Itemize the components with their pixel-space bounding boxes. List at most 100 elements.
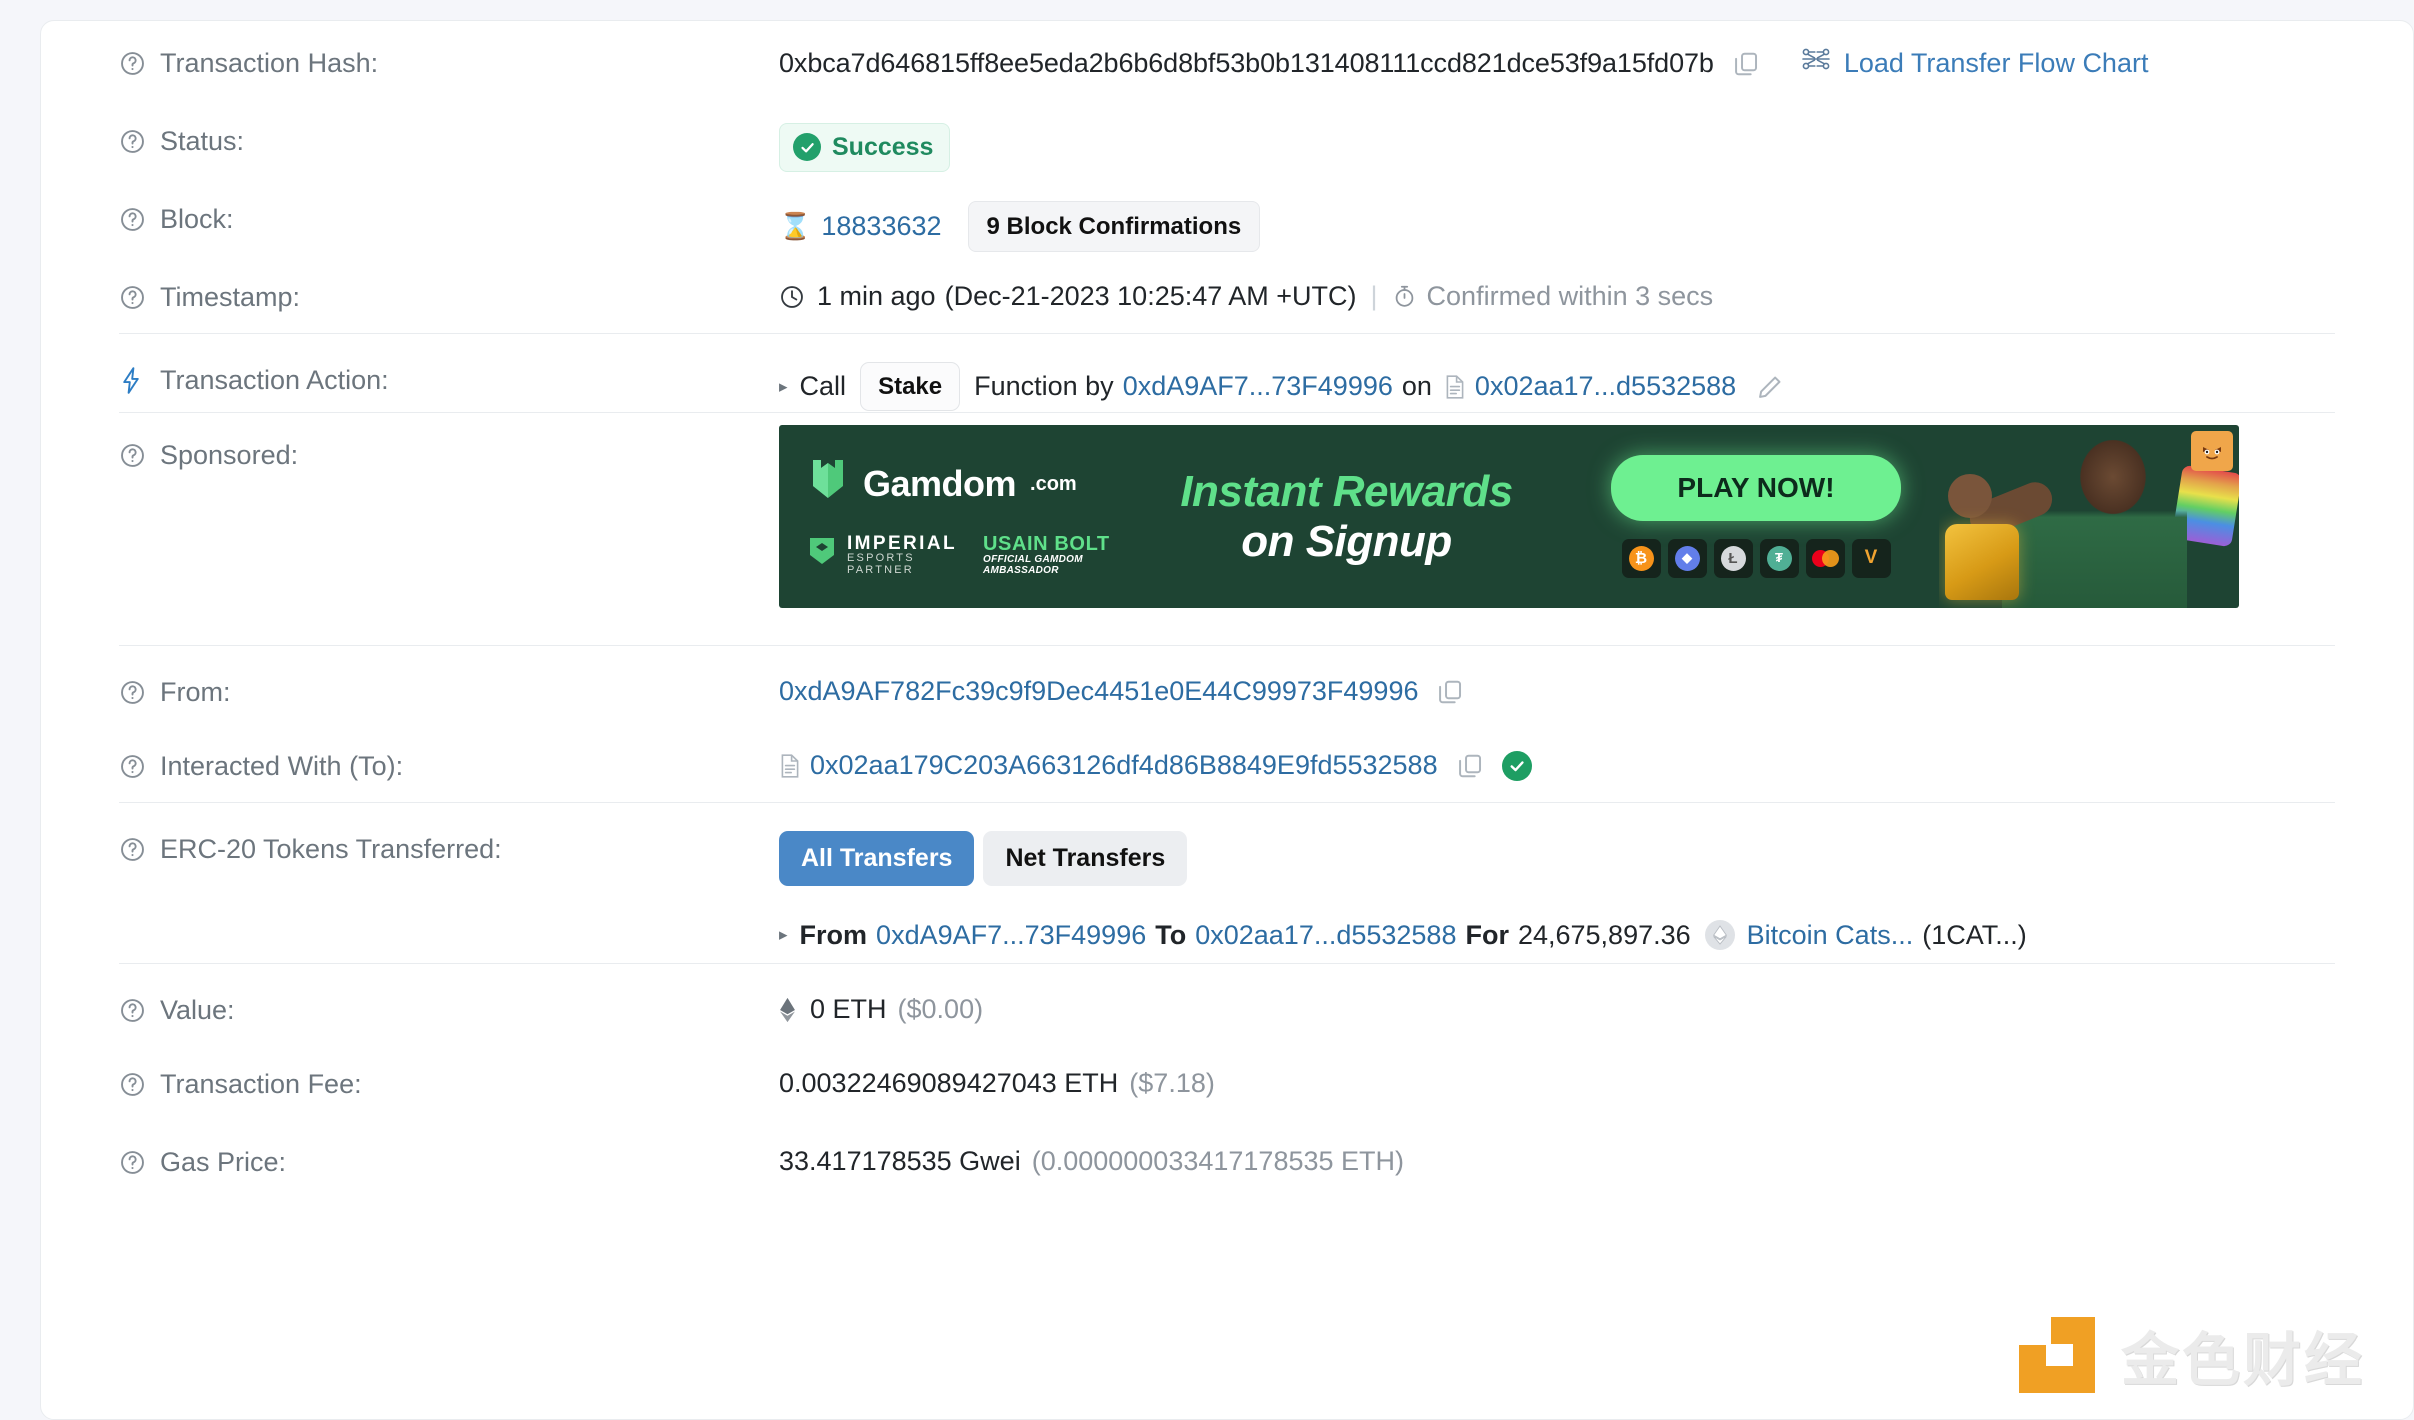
- label-interacted-with: Interacted With (To):: [119, 724, 779, 784]
- copy-icon[interactable]: [1732, 50, 1760, 78]
- help-icon[interactable]: [119, 284, 146, 311]
- stopwatch-icon: [1392, 284, 1417, 309]
- help-icon[interactable]: [119, 753, 146, 780]
- help-icon[interactable]: [119, 679, 146, 706]
- row-block: Block: ⌛ 18833632 9 Block Confirmations: [119, 177, 2335, 255]
- copy-icon[interactable]: [1436, 678, 1464, 706]
- pencil-icon[interactable]: [1756, 373, 1784, 401]
- value-sponsored: Gamdom .com IMPERIAL ESPORTS PARTNER USA…: [779, 413, 2335, 608]
- label-gas-price: Gas Price:: [119, 1120, 779, 1180]
- on-word: on: [1401, 371, 1432, 402]
- tab-all-transfers[interactable]: All Transfers: [779, 831, 975, 886]
- jinse-logo-icon: [2018, 1317, 2095, 1393]
- label-sponsored: Sponsored:: [119, 413, 779, 473]
- transfer-amount: 24,675,897.36: [1517, 919, 1691, 950]
- value-timestamp: 1 min ago (Dec-21-2023 10:25:47 AM +UTC)…: [779, 255, 2335, 314]
- gamdom-tld: .com: [1030, 472, 1077, 495]
- help-icon[interactable]: [119, 997, 146, 1024]
- usain-bolt-name: USAIN BOLT: [982, 533, 1110, 556]
- fee-fiat: ($7.18): [1129, 1068, 1215, 1098]
- label-text: Interacted With (To):: [160, 751, 404, 781]
- label-text: Gas Price:: [160, 1147, 287, 1177]
- value-amount: 0 ETH ($0.00): [779, 968, 2335, 1027]
- row-interacted-with: Interacted With (To): 0x02aa179C203A6631…: [119, 724, 2335, 802]
- expand-caret-icon[interactable]: ▸: [779, 924, 788, 946]
- imperial-sub: ESPORTS PARTNER: [847, 552, 915, 577]
- transfer-to-address-link[interactable]: 0x02aa17...d5532588: [1195, 918, 1456, 953]
- verve-icon: V: [1851, 539, 1891, 579]
- erc20-rows: ERC-20 Tokens Transferred: All Transfers…: [41, 803, 2413, 963]
- label-erc20-transferred: ERC-20 Tokens Transferred:: [119, 807, 779, 867]
- litecoin-icon: Ł: [1713, 539, 1753, 579]
- value-gas-price: 33.417178535 Gwei (0.000000033417178535 …: [779, 1120, 2335, 1179]
- value-transaction-hash: 0xbca7d646815ff8ee5eda2b6b6d8bf53b0b1314…: [779, 21, 2335, 82]
- label-text: Transaction Action:: [160, 365, 389, 395]
- expand-caret-icon[interactable]: ▸: [779, 376, 788, 398]
- gamdom-shield-icon: [807, 456, 849, 511]
- label-transaction-action: Transaction Action:: [119, 338, 779, 398]
- clock-icon: [779, 284, 805, 310]
- emoji-icon: [2191, 431, 2233, 471]
- imperial-text: IMPERIAL ESPORTS PARTNER: [847, 533, 957, 577]
- transfer-row: ▸ From 0xdA9AF7...73F49996 To 0x02aa17..…: [779, 918, 2027, 953]
- label-transaction-fee: Transaction Fee:: [119, 1042, 779, 1102]
- value-transaction-action: ▸ Call Stake Function by 0xdA9AF7...73F4…: [779, 338, 2335, 412]
- flow-chart-icon: [1800, 45, 1832, 82]
- usain-bolt-partner: USAIN BOLT OFFICIAL GAMDOM AMBASSADOR: [983, 534, 1124, 576]
- function-name-badge: Stake: [860, 362, 961, 412]
- headline-line-2: on Signup: [1241, 516, 1452, 566]
- help-icon[interactable]: [119, 1071, 146, 1098]
- load-transfer-flow-chart-button[interactable]: Load Transfer Flow Chart: [1800, 45, 2148, 82]
- play-now-button[interactable]: PLAY NOW!: [1611, 454, 1901, 522]
- banner-artwork: [1939, 425, 2239, 608]
- mastercard-icon: [1805, 539, 1845, 579]
- gamdom-name: Gamdom: [863, 462, 1017, 504]
- block-number-link[interactable]: 18833632: [821, 209, 941, 244]
- tab-net-transfers[interactable]: Net Transfers: [983, 831, 1188, 886]
- sponsored-banner-ad[interactable]: Gamdom .com IMPERIAL ESPORTS PARTNER USA…: [779, 425, 2239, 608]
- row-sponsored: Sponsored: Gamdom .com IMPERIAL ESPORTS …: [119, 413, 2335, 645]
- label-value: Value:: [119, 968, 779, 1028]
- help-icon[interactable]: [119, 1149, 146, 1176]
- token-name-link[interactable]: Bitcoin Cats...: [1747, 918, 1914, 953]
- transfer-to-word: To: [1155, 919, 1187, 950]
- transfer-from-address-link[interactable]: 0xdA9AF7...73F49996: [876, 918, 1146, 953]
- token-symbol: (1CAT...): [1922, 919, 2027, 950]
- address-rows: From: 0xdA9AF782Fc39c9f9Dec4451e0E44C999…: [41, 646, 2413, 802]
- help-icon[interactable]: [119, 206, 146, 233]
- value-status: Success: [779, 99, 2335, 172]
- interacted-with-address-link[interactable]: 0x02aa179C203A663126df4d86B8849E9fd55325…: [810, 748, 1438, 783]
- help-icon[interactable]: [119, 442, 146, 469]
- sponsored-rows: Sponsored: Gamdom .com IMPERIAL ESPORTS …: [41, 413, 2413, 645]
- transaction-details-card: Transaction Hash: 0xbca7d646815ff8ee5eda…: [40, 20, 2414, 1420]
- action-on-address-link[interactable]: 0x02aa17...d5532588: [1475, 369, 1736, 404]
- help-icon[interactable]: [119, 50, 146, 77]
- row-status: Status: Success: [119, 99, 2335, 177]
- copy-icon[interactable]: [1456, 752, 1484, 780]
- row-from: From: 0xdA9AF782Fc39c9f9Dec4451e0E44C999…: [119, 646, 2335, 724]
- fee-rows: Value: 0 ETH ($0.00) Transaction Fee: 0.…: [41, 964, 2413, 1198]
- help-icon[interactable]: [119, 128, 146, 155]
- from-address-link[interactable]: 0xdA9AF782Fc39c9f9Dec4451e0E44C99973F499…: [779, 674, 1418, 709]
- banner-branding: Gamdom .com IMPERIAL ESPORTS PARTNER USA…: [779, 456, 1124, 576]
- banner-cta-area: PLAY NOW! ₿ ◆ Ł ₮ V: [1579, 454, 1939, 579]
- verified-check-icon: [1501, 750, 1532, 781]
- gas-price-eth: (0.000000033417178535 ETH): [1031, 1146, 1404, 1176]
- value-block: ⌛ 18833632 9 Block Confirmations: [779, 177, 2335, 253]
- contract-document-icon: [1444, 374, 1466, 400]
- page-root: Transaction Hash: 0xbca7d646815ff8ee5eda…: [0, 0, 2414, 1420]
- help-icon[interactable]: [119, 836, 146, 863]
- value-interacted-with: 0x02aa179C203A663126df4d86B8849E9fd55325…: [779, 724, 2335, 783]
- gas-price-gwei: 33.417178535 Gwei: [779, 1146, 1021, 1176]
- imperial-partner: IMPERIAL ESPORTS PARTNER: [807, 533, 957, 577]
- row-value: Value: 0 ETH ($0.00): [119, 964, 2335, 1042]
- watermark: 金色财经: [2018, 1313, 2365, 1397]
- separator: |: [1370, 281, 1378, 311]
- label-timestamp: Timestamp:: [119, 255, 779, 315]
- row-timestamp: Timestamp: 1 min ago (Dec-21-2023 10:25:…: [119, 255, 2335, 333]
- hourglass-icon: ⌛: [779, 210, 812, 241]
- action-by-address-link[interactable]: 0xdA9AF7...73F49996: [1123, 369, 1393, 404]
- ethereum-icon: ◆: [1667, 539, 1707, 579]
- label-block: Block:: [119, 177, 779, 237]
- label-text: Block:: [160, 204, 234, 234]
